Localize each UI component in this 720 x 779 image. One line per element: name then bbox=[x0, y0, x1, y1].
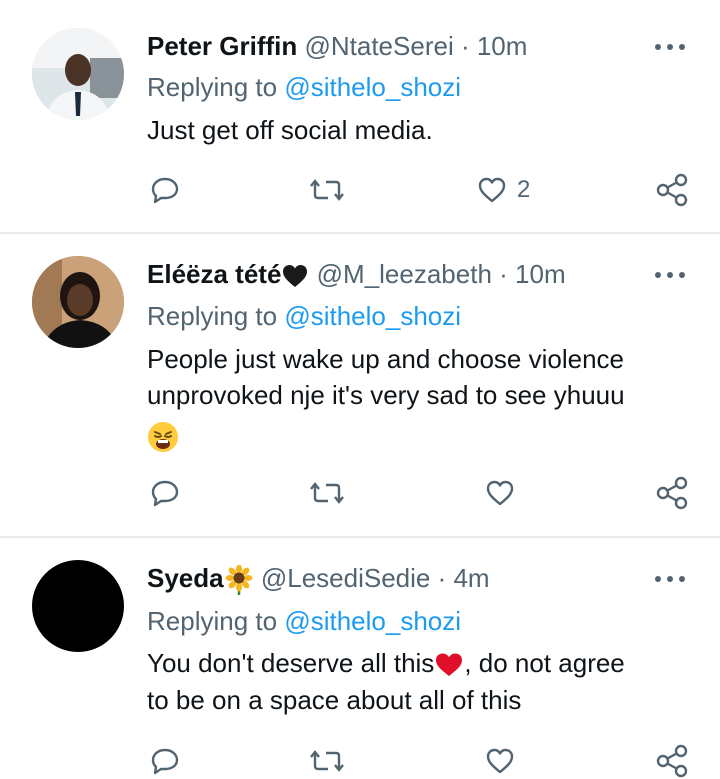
tweet-header: Syeda @LesediSedie · 4m bbox=[147, 562, 490, 596]
retweet-button[interactable] bbox=[310, 172, 344, 208]
sunflower-icon bbox=[225, 565, 253, 596]
weary-face-emoji bbox=[148, 422, 178, 453]
like-button[interactable] bbox=[485, 475, 515, 511]
share-button[interactable] bbox=[655, 743, 689, 779]
tweet-text-line-2: unprovoked nje it's very sad to see yhuu… bbox=[147, 380, 625, 410]
reply-button[interactable] bbox=[150, 743, 180, 779]
author-name[interactable]: Peter Griffin bbox=[147, 31, 297, 61]
replying-to: Replying to @sithelo_shozi bbox=[147, 605, 461, 637]
reply-button[interactable] bbox=[150, 172, 180, 208]
avatar[interactable] bbox=[32, 560, 124, 652]
replying-to: Replying to @sithelo_shozi bbox=[147, 71, 461, 103]
author-name[interactable]: Syeda bbox=[147, 563, 224, 593]
replying-to-label: Replying to bbox=[147, 606, 278, 636]
share-button[interactable] bbox=[655, 475, 689, 511]
like-count: 2 bbox=[517, 176, 531, 203]
author-handle[interactable]: @LesediSedie bbox=[261, 563, 431, 593]
reply-feed: Peter Griffin @NtateSerei · 10m Replying… bbox=[0, 0, 720, 779]
share-button[interactable] bbox=[655, 172, 689, 208]
mention-link[interactable]: @sithelo_shozi bbox=[284, 72, 461, 102]
author-handle[interactable]: @M_leezabeth bbox=[317, 259, 492, 289]
mention-link[interactable]: @sithelo_shozi bbox=[284, 606, 461, 636]
avatar[interactable] bbox=[32, 256, 124, 348]
tweet-3[interactable]: Syeda @LesediSedie · 4m Replying to @sit… bbox=[0, 538, 720, 779]
mention-link[interactable]: @sithelo_shozi bbox=[284, 301, 461, 331]
retweet-icon bbox=[310, 750, 344, 772]
more-options-icon[interactable] bbox=[650, 265, 690, 285]
more-options-icon[interactable] bbox=[650, 37, 690, 57]
tweet-text-part-2: , do not agree bbox=[464, 648, 625, 678]
retweet-icon bbox=[310, 179, 344, 201]
reply-icon bbox=[151, 748, 179, 775]
like-button[interactable] bbox=[485, 743, 515, 779]
avatar-photo bbox=[32, 256, 124, 348]
author-handle[interactable]: @NtateSerei bbox=[304, 31, 453, 61]
retweet-icon bbox=[310, 482, 344, 504]
author-name[interactable]: Eléëza tété bbox=[147, 259, 281, 289]
retweet-button[interactable] bbox=[310, 743, 344, 779]
tweet-text: Just get off social media. bbox=[147, 115, 433, 145]
tweet-text-line-1: People just wake up and choose violence bbox=[147, 344, 624, 374]
tweet-1[interactable]: Peter Griffin @NtateSerei · 10m Replying… bbox=[0, 0, 720, 232]
tweet-text-line-1: You don't deserve all this , do not agree bbox=[147, 647, 625, 679]
share-icon bbox=[656, 476, 688, 510]
reply-icon bbox=[151, 480, 179, 507]
reply-button[interactable] bbox=[150, 475, 180, 511]
tweet-header: Eléëza tété @M_leezabeth · 10m bbox=[147, 258, 566, 290]
avatar-photo bbox=[32, 28, 124, 120]
share-icon bbox=[656, 173, 688, 207]
tweet-text-line-2: to be on a space about all of this bbox=[147, 685, 522, 715]
black-heart-icon bbox=[283, 265, 308, 288]
avatar[interactable] bbox=[32, 28, 124, 120]
reply-icon bbox=[151, 177, 179, 204]
heart-icon bbox=[486, 480, 514, 506]
red-heart-emoji bbox=[436, 653, 463, 677]
timestamp[interactable]: · 10m bbox=[499, 259, 565, 289]
like-button[interactable]: 2 bbox=[477, 172, 530, 208]
replying-to: Replying to @sithelo_shozi bbox=[147, 300, 461, 332]
timestamp[interactable]: · 4m bbox=[438, 563, 490, 593]
heart-icon bbox=[486, 748, 514, 774]
tweet-header: Peter Griffin @NtateSerei · 10m bbox=[147, 30, 527, 62]
timestamp[interactable]: · 10m bbox=[461, 31, 527, 61]
more-options-icon[interactable] bbox=[650, 569, 690, 589]
replying-to-label: Replying to bbox=[147, 301, 278, 331]
tweet-2[interactable]: Eléëza tété @M_leezabeth · 10m Replying … bbox=[0, 234, 720, 536]
tweet-text-emoji bbox=[147, 419, 179, 453]
retweet-button[interactable] bbox=[310, 475, 344, 511]
replying-to-label: Replying to bbox=[147, 72, 278, 102]
tweet-text-part-1: You don't deserve all this bbox=[147, 648, 435, 678]
share-icon bbox=[656, 744, 688, 778]
heart-icon bbox=[478, 177, 506, 203]
